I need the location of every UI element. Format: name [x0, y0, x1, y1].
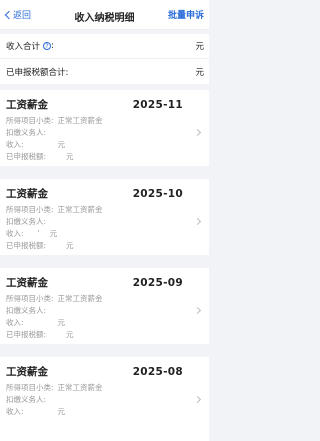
income-record-card[interactable]: 工资薪金 2025-09 所得项目小类: 正常工资薪金 扣缴义务人: 收入: 元 已… [0, 268, 209, 344]
record-income: 收入: 元 [6, 140, 66, 149]
back-label: 返回 [13, 11, 32, 21]
top-bar: 返回 批量申诉 [0, 0, 209, 30]
record-title: 工资薪金 [6, 99, 48, 111]
income-total-label: 收入合计 [6, 42, 41, 52]
tax-total-label: 已申报税额合计: [6, 67, 69, 78]
income-total-row: 收入合计 ? : 元 [0, 34, 209, 59]
record-tax: 已申报税额: 元 [6, 330, 74, 339]
tax-total-row: 已申报税额合计: 元 [0, 59, 209, 84]
record-tax: 已申报税额: 元 [6, 152, 74, 161]
record-withholder: 扣缴义务人: [6, 217, 47, 226]
record-withholder: 扣缴义务人: [6, 306, 47, 315]
back-button[interactable]: 返回 [4, 8, 31, 21]
record-month: 2025-08 [132, 365, 183, 378]
record-month: 2025-11 [132, 98, 183, 111]
income-record-card[interactable]: 工资薪金 2025-10 所得项目小类: 正常工资薪金 扣缴义务人: 收入: ' 元 … [0, 179, 209, 255]
record-category: 所得项目小类: 正常工资薪金 [6, 294, 103, 303]
income-total-value: 元 [195, 42, 204, 52]
batch-appeal-button[interactable]: 批量申诉 [168, 8, 204, 21]
record-title: 工资薪金 [6, 188, 48, 200]
record-month: 2025-09 [132, 276, 183, 289]
tax-total-value: 元 [195, 67, 204, 78]
record-income: 收入: 元 [6, 318, 66, 327]
summary-panel: 收入合计 ? : 元 已申报税额合计: 元 [0, 34, 209, 84]
help-icon[interactable]: ? [43, 42, 52, 50]
record-income: 收入: ' 元 [6, 229, 58, 238]
record-category: 所得项目小类: 正常工资薪金 [6, 383, 103, 392]
record-withholder: 扣缴义务人: [6, 395, 47, 404]
record-title: 工资薪金 [6, 366, 48, 378]
record-income: 收入: 元 [6, 407, 66, 416]
record-tax: 已申报税额: 元 [6, 241, 74, 250]
record-title: 工资薪金 [6, 277, 48, 289]
income-record-card[interactable]: 工资薪金 2025-11 所得项目小类: 正常工资薪金 扣缴义务人: 收入: 元 已… [0, 90, 209, 166]
record-withholder: 扣缴义务人: [6, 128, 47, 137]
record-category: 所得项目小类: 正常工资薪金 [6, 205, 103, 214]
income-record-card[interactable]: 工资薪金 2025-08 所得项目小类: 正常工资薪金 扣缴义务人: 收入: 元 [0, 357, 209, 441]
chevron-left-icon [4, 10, 14, 19]
record-category: 所得项目小类: 正常工资薪金 [6, 116, 103, 125]
record-month: 2025-10 [132, 187, 183, 200]
